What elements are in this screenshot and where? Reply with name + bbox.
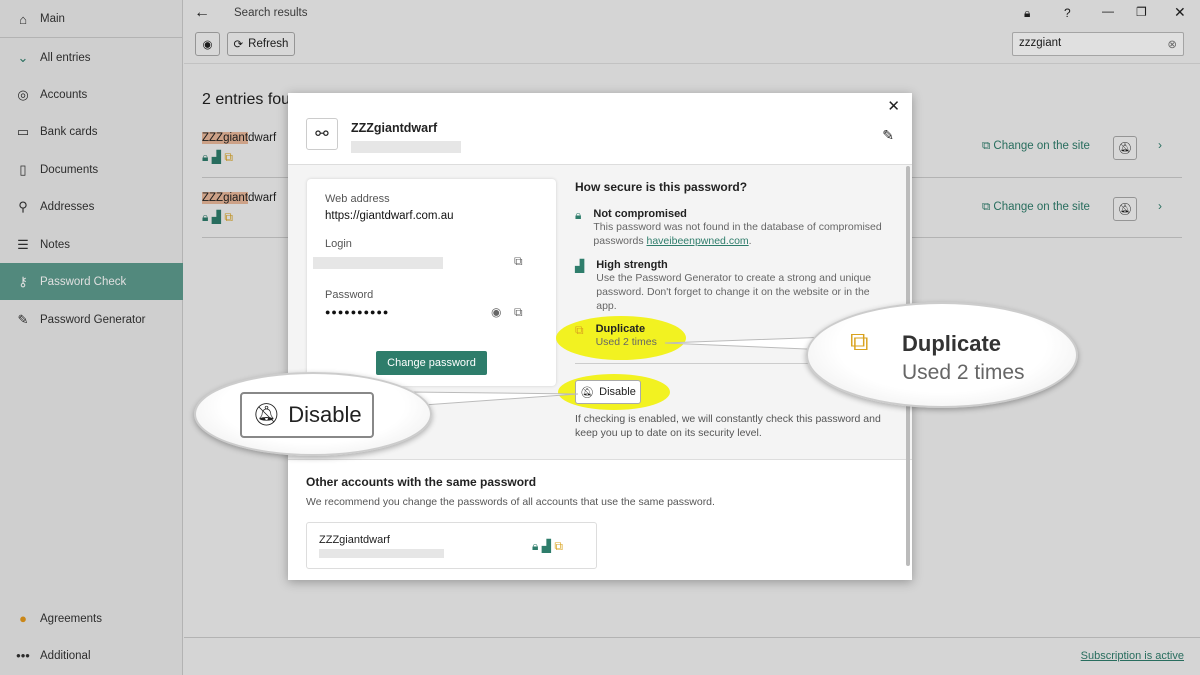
callout-title: Duplicate [902,331,1002,356]
callout-label: Disable [288,402,362,427]
bell-off-icon: 🔕︎ [252,402,281,427]
duplicate-callout: ⧉ Duplicate Used 2 times [806,302,1078,408]
duplicate-icon: ⧉ [850,326,869,356]
disable-callout: 🔕︎ Disable [194,372,432,456]
callout-desc: Used 2 times [902,361,1025,384]
